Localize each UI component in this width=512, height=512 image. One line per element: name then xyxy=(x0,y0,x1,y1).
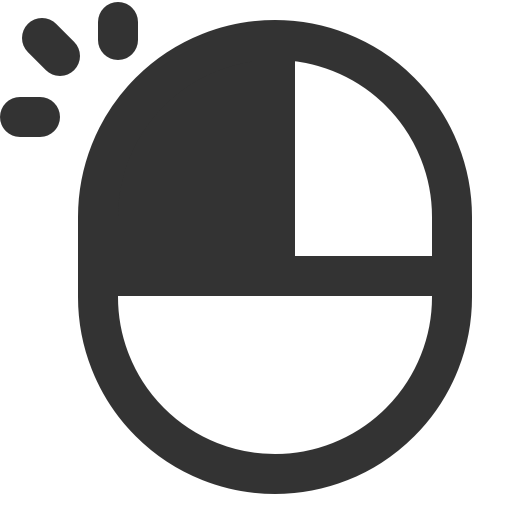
mouse-left-click-icon xyxy=(0,2,472,494)
click-ray-diagonal xyxy=(22,18,80,76)
click-rays xyxy=(0,2,138,137)
icon-canvas xyxy=(0,0,512,512)
